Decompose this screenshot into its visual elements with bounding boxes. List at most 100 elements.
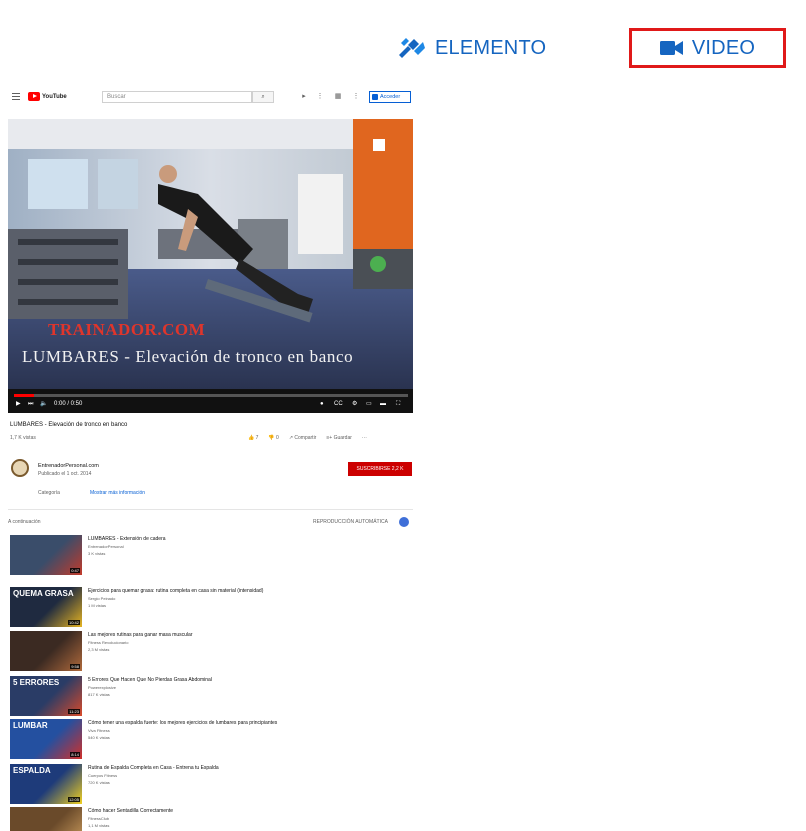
share-button[interactable]: ↗ Compartir: [289, 435, 317, 441]
autoplay-toggle-icon[interactable]: ●: [320, 400, 324, 409]
video-duration: 12:05: [67, 797, 80, 802]
thumbnail-image: [10, 807, 82, 831]
recommendation-item[interactable]: LUMBAR 8:14 Cómo tener una espalda fuerte:…: [8, 719, 413, 759]
search-button[interactable]: ⌕: [252, 91, 274, 103]
recommendation-item[interactable]: 5 ERRORES 11:23 5 Errores Que Hacen Que No…: [8, 676, 413, 716]
more-actions-button[interactable]: ···: [362, 435, 367, 441]
recommendation-channel: FitnessClub: [88, 816, 110, 821]
recommendation-channel: EntrenadorPersonal: [88, 544, 124, 549]
video-duration: 11:23: [68, 709, 80, 714]
recommendation-thumbnail[interactable]: 0:47: [10, 535, 82, 575]
autoplay-toggle[interactable]: [399, 517, 409, 527]
sign-in-button[interactable]: Acceder: [369, 91, 411, 103]
recommendation-item[interactable]: 7:33 Cómo hacer Sentadilla Correctamente F…: [8, 807, 413, 831]
upload-icon[interactable]: ▸: [300, 93, 308, 101]
tab-video-label: VIDEO: [691, 36, 756, 59]
recommendation-item[interactable]: 0:47 LUMBARES - Extensión de cadera Entren…: [8, 535, 413, 575]
video-title: LUMBARES - Elevación de tronco en banco: [10, 422, 128, 428]
recommendation-views: 817 K vistas: [88, 692, 110, 697]
recommendation-channel: Fitness Revolucionario: [88, 640, 129, 645]
video-player[interactable]: TRAINADOR.COM LUMBARES - Elevación de tr…: [8, 119, 413, 413]
theater-icon[interactable]: ▬: [380, 400, 386, 409]
divider: [8, 509, 413, 510]
recommendation-item[interactable]: 9:58 Las mejores rutinas para ganar masa …: [8, 631, 413, 671]
video-progress-bar[interactable]: [14, 394, 408, 397]
recommendation-views: 1,1 M vistas: [88, 823, 110, 828]
video-progress-fill: [14, 394, 34, 397]
miniplayer-icon[interactable]: ▭: [366, 400, 372, 409]
publish-date: Publicado el 1 oct. 2014: [38, 471, 92, 477]
grid-icon[interactable]: ▦: [334, 93, 342, 101]
video-duration: 9:58: [70, 664, 80, 669]
youtube-play-icon: [28, 92, 40, 101]
recommendation-channel: Viva Fitness: [88, 728, 110, 733]
recommendation-title[interactable]: Ejercicios para quemar grasa: rutina com…: [88, 588, 263, 594]
apps-icon[interactable]: ⋮: [316, 93, 324, 101]
recommendation-item[interactable]: QUEMA GRASA 10:42 Ejercicios para quemar g…: [8, 587, 413, 627]
video-camera-icon: [659, 40, 684, 56]
recommendation-views: 2,3 M vistas: [88, 647, 110, 652]
recommendation-channel: Cuerpos Fitness: [88, 773, 118, 778]
play-icon[interactable]: ▶: [16, 400, 21, 409]
account-icon: [372, 94, 378, 100]
more-icon[interactable]: ⋮: [352, 93, 360, 101]
video-actions: 👍 7 👎 0 ↗ Compartir ≡+ Guardar ···: [248, 435, 367, 441]
fullscreen-icon[interactable]: ⛶: [396, 400, 400, 409]
youtube-logo[interactable]: YouTube: [28, 92, 67, 101]
video-duration: 8:14: [70, 752, 80, 757]
elemento-icon: [397, 35, 427, 61]
time-display: 0:00 / 0:50: [54, 401, 83, 407]
channel-avatar[interactable]: [11, 459, 29, 477]
recommendation-thumbnail[interactable]: LUMBAR 8:14: [10, 719, 82, 759]
video-duration: 10:42: [67, 620, 80, 625]
recommendation-views: 1 M vistas: [88, 603, 107, 608]
recommendation-title[interactable]: Rutina de Espalda Completa en Casa - Ent…: [88, 765, 219, 771]
save-button[interactable]: ≡+ Guardar: [326, 435, 352, 441]
settings-icon[interactable]: ⚙: [352, 400, 357, 409]
recommendation-channel: Sergio Peinado: [88, 596, 116, 601]
thumbnail-text: 5 ERRORES: [13, 678, 60, 687]
up-next-label: A continuación: [8, 519, 41, 525]
recommendation-views: 720 K vistas: [88, 780, 110, 785]
autoplay-label: REPRODUCCIÓN AUTOMÁTICA: [313, 519, 388, 525]
video-caption-overlay: LUMBARES - Elevación de tronco en banco: [22, 347, 354, 366]
youtube-brand: YouTube: [42, 93, 67, 100]
video-duration: 0:47: [70, 568, 80, 573]
thumbnail-text: QUEMA GRASA: [13, 589, 74, 598]
like-button[interactable]: 👍 7: [248, 435, 258, 441]
thumbnail-text: LUMBAR: [13, 721, 48, 730]
sign-in-label: Acceder: [380, 94, 401, 100]
recommendation-thumbnail[interactable]: 5 ERRORES 11:23: [10, 676, 82, 716]
youtube-topbar: YouTube Buscar ⌕ ▸ ⋮ ▦ ⋮ Acceder: [8, 85, 413, 109]
recommendation-title[interactable]: Las mejores rutinas para ganar masa musc…: [88, 632, 193, 638]
next-icon[interactable]: ⏭: [28, 400, 33, 409]
recommendation-title[interactable]: Cómo tener una espalda fuerte: los mejor…: [88, 720, 277, 726]
recommendation-title[interactable]: LUMBARES - Extensión de cadera: [88, 536, 166, 542]
subscribe-button[interactable]: SUSCRIBIRSE 2,2 K: [348, 462, 412, 476]
dislike-button[interactable]: 👎 0: [268, 435, 278, 441]
youtube-page: YouTube Buscar ⌕ ▸ ⋮ ▦ ⋮ Acceder TRAINAD…: [8, 85, 413, 831]
recommendation-item[interactable]: ESPALDA 12:05 Rutina de Espalda Completa e…: [8, 764, 413, 804]
show-more-link[interactable]: Mostrar más información: [90, 490, 145, 496]
recommendation-thumbnail[interactable]: 9:58: [10, 631, 82, 671]
search-input[interactable]: Buscar: [102, 91, 252, 103]
recommendation-thumbnail[interactable]: ESPALDA 12:05: [10, 764, 82, 804]
channel-name[interactable]: EntrenadorPersonal.com: [38, 463, 99, 469]
tab-elemento[interactable]: ELEMENTO: [397, 28, 557, 68]
recommendation-views: 540 K vistas: [88, 735, 110, 740]
thumbnail-text: ESPALDA: [13, 766, 51, 775]
recommendation-views: 3 K vistas: [88, 551, 106, 556]
category-label: Categoría: [38, 490, 60, 496]
video-brand-overlay: TRAINADOR.COM: [48, 320, 206, 339]
volume-icon[interactable]: 🔈: [40, 400, 47, 409]
tab-video[interactable]: VIDEO: [629, 28, 786, 68]
menu-icon[interactable]: [12, 93, 20, 100]
tab-elemento-label: ELEMENTO: [435, 36, 547, 59]
recommendation-thumbnail[interactable]: 7:33: [10, 807, 82, 831]
captions-icon[interactable]: CC: [334, 400, 343, 409]
recommendation-title[interactable]: 5 Errores Que Hacen Que No Pierdas Grasa…: [88, 677, 212, 683]
video-views: 1,7 K vistas: [10, 435, 36, 441]
recommendation-channel: Powerexplosive: [88, 685, 117, 690]
recommendation-thumbnail[interactable]: QUEMA GRASA 10:42: [10, 587, 82, 627]
recommendation-title[interactable]: Cómo hacer Sentadilla Correctamente: [88, 808, 173, 814]
